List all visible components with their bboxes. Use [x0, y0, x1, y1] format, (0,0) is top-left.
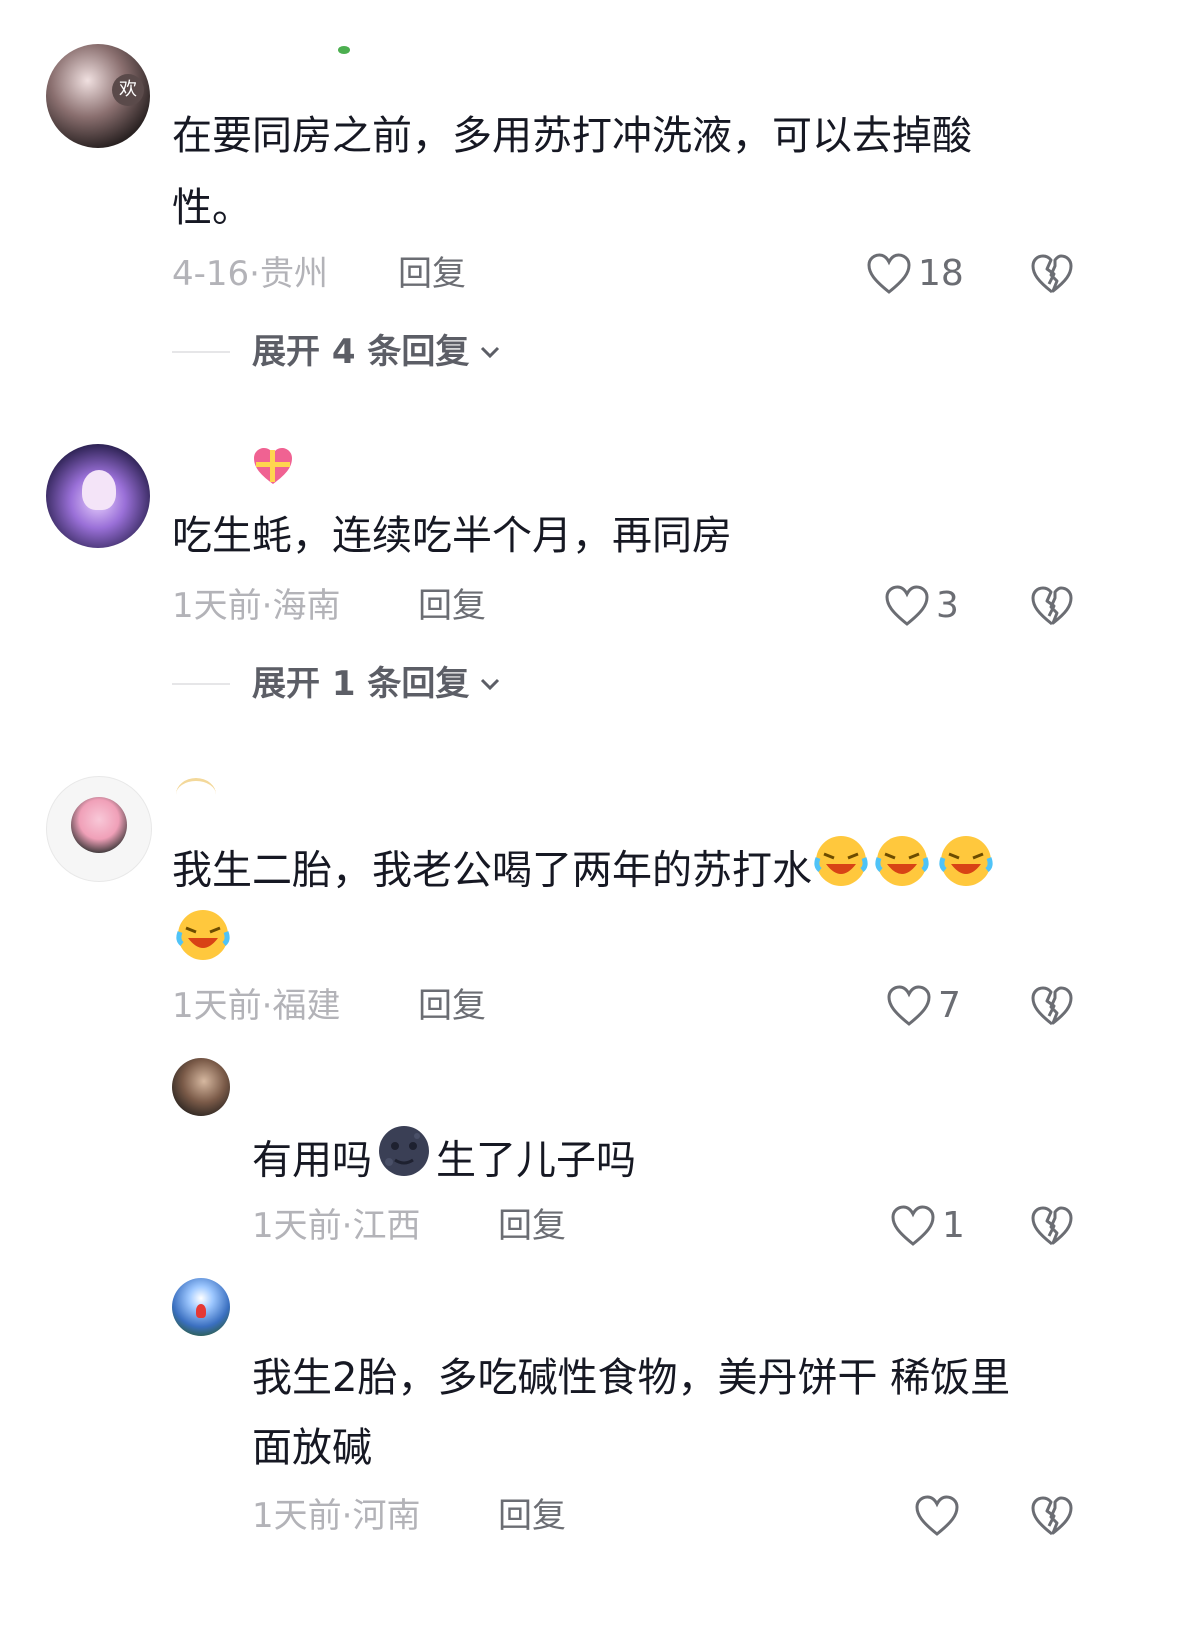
dislike-button[interactable] — [1030, 584, 1074, 628]
heart-icon — [915, 1495, 959, 1536]
rofl-emoji — [934, 832, 998, 913]
username-decoration — [176, 778, 216, 811]
comment-text: 我生二胎，我老公喝了两年的苏打水 — [172, 832, 998, 913]
reply-meta: 1天前·河南 — [252, 1496, 420, 1536]
like-button[interactable]: 1 — [890, 1204, 965, 1248]
reply-text: 我生2胎，多吃碱性食物，美丹饼干 稀饭里 — [252, 1355, 1011, 1401]
comment-text: 吃生蚝，连续吃半个月，再同房 — [172, 513, 732, 559]
avatar-badge: 欢 — [112, 74, 144, 106]
broken-heart-icon — [1031, 586, 1073, 626]
dislike-button[interactable] — [1030, 1204, 1074, 1248]
meta-separator: · — [261, 986, 273, 1026]
chevron-down-icon — [481, 346, 500, 359]
reply-text: 有用吗 生了儿子吗 — [252, 1122, 636, 1203]
comment-meta: 1天前·福建 — [172, 986, 340, 1026]
meta-separator: · — [249, 254, 260, 294]
comment-location: 海南 — [272, 586, 341, 626]
reply-button[interactable]: 回复 — [498, 1206, 566, 1246]
comment-text: 在要同房之前，多用苏打冲洗液，可以去掉酸 — [172, 113, 972, 159]
dislike-button[interactable] — [1030, 984, 1074, 1028]
broken-heart-icon — [1031, 1206, 1073, 1246]
meta-separator: · — [341, 1206, 353, 1246]
username-decoration — [338, 46, 350, 54]
broken-heart-icon — [1031, 254, 1073, 294]
heart-icon — [891, 1205, 935, 1246]
rofl-emoji — [870, 832, 934, 913]
meta-separator: · — [261, 586, 273, 626]
comment-avatar[interactable] — [46, 776, 152, 882]
broken-heart-icon — [1031, 986, 1073, 1026]
comment-location: 贵州 — [259, 254, 328, 294]
avatar-figure — [82, 470, 116, 510]
reply-avatar[interactable] — [172, 1278, 230, 1336]
reply-button[interactable]: 回复 — [418, 586, 486, 626]
like-count: 18 — [918, 253, 964, 294]
reply-avatar[interactable] — [172, 1058, 230, 1116]
reply-location: 河南 — [352, 1496, 421, 1536]
like-button[interactable]: 3 — [884, 584, 959, 628]
comment-meta: 1天前·海南 — [172, 586, 340, 626]
new-moon-face-emoji — [372, 1122, 436, 1203]
meta-separator: · — [341, 1496, 353, 1536]
chevron-down-icon — [481, 678, 500, 691]
like-button[interactable]: 18 — [866, 252, 964, 296]
expand-replies-button[interactable]: 展开 1 条回复 — [172, 662, 505, 706]
comment-location: 福建 — [272, 986, 341, 1026]
rofl-emoji — [812, 832, 870, 913]
broken-heart-icon — [1031, 1496, 1073, 1536]
like-button[interactable] — [914, 1494, 966, 1538]
comment-date: 1天前 — [172, 586, 262, 626]
expand-divider — [172, 351, 230, 353]
reply-button[interactable]: 回复 — [398, 254, 466, 294]
reply-button[interactable]: 回复 — [498, 1496, 566, 1536]
comment-date: 4-16 — [172, 254, 250, 294]
expand-replies-button[interactable]: 展开 4 条回复 — [172, 330, 505, 374]
heart-icon — [887, 985, 931, 1026]
comment-meta: 4-16·贵州 — [172, 254, 328, 294]
reply-text: 面放碱 — [252, 1425, 372, 1471]
heart-icon — [867, 253, 911, 294]
like-count: 7 — [938, 985, 961, 1026]
reply-date: 1天前 — [252, 1206, 342, 1246]
reply-location: 江西 — [352, 1206, 421, 1246]
comment-text-content: 我生二胎，我老公喝了两年的苏打水 — [172, 847, 812, 894]
expand-label: 展开 4 条回复 — [252, 332, 470, 372]
like-count: 1 — [942, 1205, 965, 1246]
avatar-figure — [71, 797, 127, 853]
heart-gift-emoji — [252, 446, 294, 488]
comment-avatar[interactable] — [46, 444, 150, 548]
reply-text-part: 有用吗 — [252, 1137, 372, 1184]
reply-button[interactable]: 回复 — [418, 986, 486, 1026]
comment-date: 1天前 — [172, 986, 262, 1026]
reply-date: 1天前 — [252, 1496, 342, 1536]
heart-icon — [885, 585, 929, 626]
dislike-button[interactable] — [1030, 1494, 1074, 1538]
rofl-emoji — [174, 906, 232, 968]
reply-meta: 1天前·江西 — [252, 1206, 420, 1246]
expand-divider — [172, 683, 230, 685]
reply-text-part: 生了儿子吗 — [436, 1137, 636, 1184]
comment-avatar[interactable]: 欢 — [46, 44, 150, 148]
avatar-figure — [196, 1304, 206, 1318]
expand-label: 展开 1 条回复 — [252, 664, 470, 704]
like-count: 3 — [936, 585, 959, 626]
like-button[interactable]: 7 — [886, 984, 961, 1028]
comment-text: 性。 — [172, 185, 252, 231]
dislike-button[interactable] — [1030, 252, 1074, 296]
